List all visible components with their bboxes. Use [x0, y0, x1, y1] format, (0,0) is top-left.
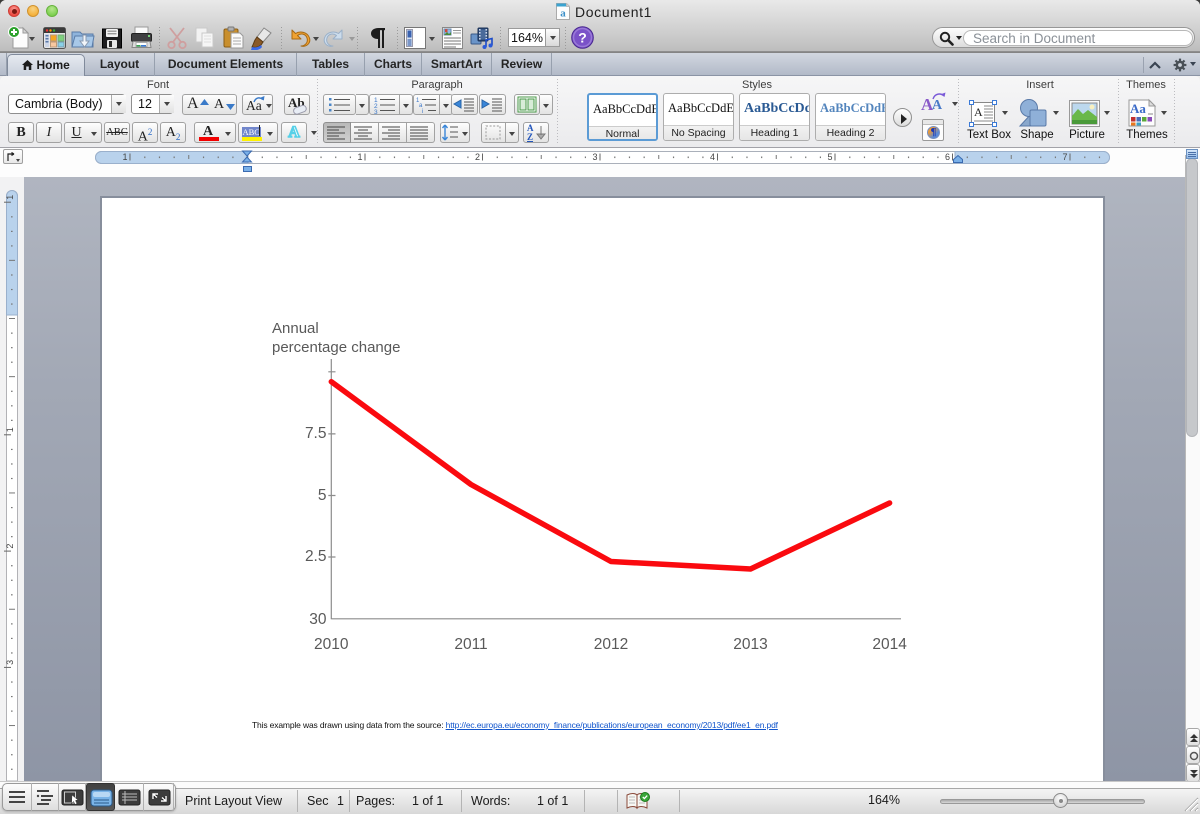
svg-text:1: 1 [5, 427, 15, 432]
svg-text:3: 3 [374, 109, 378, 114]
svg-text:6: 6 [945, 152, 950, 162]
svg-text:7: 7 [1062, 152, 1067, 162]
svg-text:3: 3 [5, 660, 15, 665]
svg-text:2: 2 [5, 544, 15, 549]
svg-text:A: A [974, 105, 983, 119]
svg-text:1: 1 [122, 152, 127, 162]
svg-text:3: 3 [592, 152, 597, 162]
svg-text:a: a [560, 8, 566, 20]
svg-text:5: 5 [827, 152, 832, 162]
svg-text:Aa: Aa [1130, 101, 1146, 116]
svg-text:4: 4 [710, 152, 715, 162]
svg-text:2: 2 [475, 152, 480, 162]
svg-text:i: i [422, 109, 423, 114]
svg-text:1: 1 [5, 195, 15, 200]
svg-text:?: ? [578, 30, 587, 46]
svg-text:1: 1 [357, 152, 362, 162]
